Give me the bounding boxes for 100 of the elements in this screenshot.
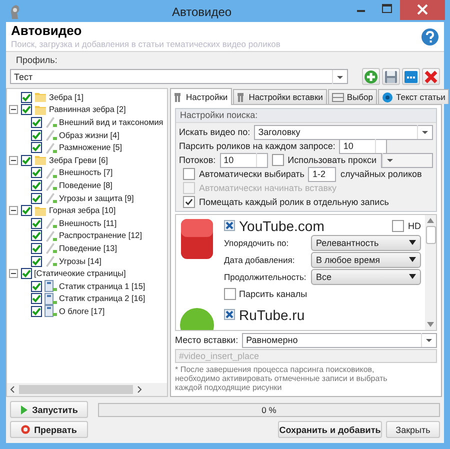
delete-button[interactable] xyxy=(422,68,440,85)
field-label: Искать видео по: xyxy=(179,127,250,137)
wrench-icon xyxy=(236,92,246,102)
close-button[interactable]: Закрыть xyxy=(386,421,440,438)
pencil-icon xyxy=(44,192,57,204)
tree-checkbox[interactable] xyxy=(31,256,42,267)
tab[interactable]: Текст статьи xyxy=(378,89,450,104)
plus-icon xyxy=(364,70,378,84)
tree-item[interactable]: Равнинная зебра [2] xyxy=(49,105,126,114)
tree-checkbox[interactable] xyxy=(21,154,32,166)
option-dropdown[interactable]: Все xyxy=(311,268,421,284)
horizontal-scrollbar[interactable] xyxy=(7,383,167,396)
collapse-toggle[interactable] xyxy=(9,156,18,165)
tree-checkbox[interactable] xyxy=(31,142,42,154)
tree-item[interactable]: Зебра Греви [6] xyxy=(49,156,108,165)
tree-item[interactable]: Распространение [12] xyxy=(59,231,142,240)
folder-icon xyxy=(34,204,47,217)
checkbox[interactable] xyxy=(224,288,236,300)
range-input[interactable]: 1-2 xyxy=(308,166,336,182)
tree-item[interactable]: [Статичеокие страницы] xyxy=(34,269,126,278)
tab[interactable]: Настройки xyxy=(170,88,232,105)
source-checkbox[interactable] xyxy=(224,309,235,320)
tree-checkbox[interactable] xyxy=(31,167,42,178)
page-icon xyxy=(44,280,57,292)
tree-checkbox[interactable] xyxy=(31,230,42,242)
threads-spinbox[interactable]: 10 xyxy=(220,152,268,168)
tree-checkbox[interactable] xyxy=(21,104,32,116)
scroll-down-icon[interactable] xyxy=(427,322,434,327)
scroll-thumb[interactable] xyxy=(426,226,436,244)
pencil-icon xyxy=(44,242,57,254)
tree-item[interactable]: О блоге [17] xyxy=(59,306,105,316)
option-dropdown[interactable]: В любое время xyxy=(311,252,421,268)
save-button[interactable] xyxy=(382,68,400,85)
video-logo-icon xyxy=(180,219,214,259)
folder-icon xyxy=(34,104,47,116)
tree-item[interactable]: Горная зебра [10] xyxy=(49,206,116,216)
play-icon xyxy=(20,404,28,414)
tree-checkbox[interactable] xyxy=(31,306,42,317)
vertical-scrollbar[interactable] xyxy=(425,215,436,330)
search-by-dropdown[interactable]: Заголовку xyxy=(254,124,433,140)
collapse-toggle[interactable] xyxy=(9,105,18,114)
checkbox[interactable] xyxy=(183,168,195,180)
tree-checkbox[interactable] xyxy=(31,130,42,141)
group-title: Настройки поиска: xyxy=(176,109,436,123)
help-icon[interactable] xyxy=(421,28,439,46)
tree-checkbox[interactable] xyxy=(21,205,32,216)
checkbox[interactable] xyxy=(183,196,195,208)
field-label: Упорядочить по: xyxy=(224,238,290,248)
scroll-up-icon[interactable] xyxy=(427,218,434,223)
caret-icon xyxy=(409,257,416,262)
add-button[interactable] xyxy=(362,68,380,85)
tree-item[interactable]: Статик страница 2 [16] xyxy=(59,294,146,304)
profile-dropdown[interactable]: Тест xyxy=(10,69,348,84)
tree-item[interactable]: Поведение [8] xyxy=(59,180,112,190)
note-text: * После завершения процесса парсинга поисковиков, необходимо активировать отмеченные записи и выбрать каждой подходящие рисунки xyxy=(175,365,388,392)
collapse-toggle[interactable] xyxy=(9,206,18,216)
tree-checkbox[interactable] xyxy=(31,180,42,191)
more-button[interactable] xyxy=(402,68,420,85)
tree-checkbox[interactable] xyxy=(21,268,32,280)
tree-item[interactable]: Угрозы и защита [9] xyxy=(59,194,134,203)
tree-checkbox[interactable] xyxy=(31,218,42,229)
tree-item[interactable]: Зебра [1] xyxy=(49,92,84,102)
close-icon[interactable] xyxy=(400,0,445,20)
tree-item[interactable]: Размножение [5] xyxy=(59,143,122,152)
source-checkbox[interactable] xyxy=(224,220,235,231)
tree-item[interactable]: Статик страница 1 [15] xyxy=(59,282,146,291)
tab[interactable]: Выбор xyxy=(328,89,378,104)
collapse-toggle[interactable] xyxy=(9,269,18,278)
app-icon xyxy=(8,4,22,20)
tree-item[interactable]: Внешний вид и таксономия xyxy=(59,118,164,127)
tree-checkbox[interactable] xyxy=(31,192,42,204)
checkbox[interactable] xyxy=(392,220,404,232)
count-spinbox[interactable]: 10 xyxy=(339,138,388,154)
insert-place-dropdown[interactable]: Равномерно xyxy=(242,332,437,348)
checkbox-label: Парсить каналы xyxy=(239,288,308,298)
tab[interactable]: Настройки вставки xyxy=(232,89,327,104)
pencil-icon xyxy=(44,166,57,179)
save-add-button[interactable]: Сохранить и добавить xyxy=(278,421,382,438)
tree-item[interactable]: Угрозы [14] xyxy=(59,256,102,266)
tree-item[interactable]: Образ жизни [4] xyxy=(59,130,120,140)
tree-checkbox[interactable] xyxy=(31,242,42,254)
checkbox-label: Автоматически начинать вставку xyxy=(199,183,337,193)
folder-icon xyxy=(34,154,47,166)
checkbox[interactable] xyxy=(272,154,284,166)
window-title: Автовидео xyxy=(172,5,232,19)
tree-checkbox[interactable] xyxy=(21,92,32,103)
tree-checkbox[interactable] xyxy=(31,116,42,128)
app-subtitle: Поиск, загрузка и добавления в статьи тематических видео роликов xyxy=(11,38,282,50)
pencil-icon xyxy=(44,255,57,268)
pencil-icon xyxy=(44,217,57,230)
tree-checkbox[interactable] xyxy=(31,280,42,292)
tree-item[interactable]: Внешность [7] xyxy=(59,168,113,178)
tree-item[interactable]: Внешность [11] xyxy=(59,218,117,228)
option-dropdown[interactable]: Релевантность xyxy=(311,234,421,250)
start-button[interactable]: Запустить xyxy=(10,401,88,418)
tree-item[interactable]: Поведение [13] xyxy=(59,244,117,253)
tree-checkbox[interactable] xyxy=(31,293,42,304)
stop-button[interactable]: Прервать xyxy=(10,421,88,438)
field-label: Дата добавления: xyxy=(224,254,296,264)
page-icon xyxy=(44,305,57,318)
